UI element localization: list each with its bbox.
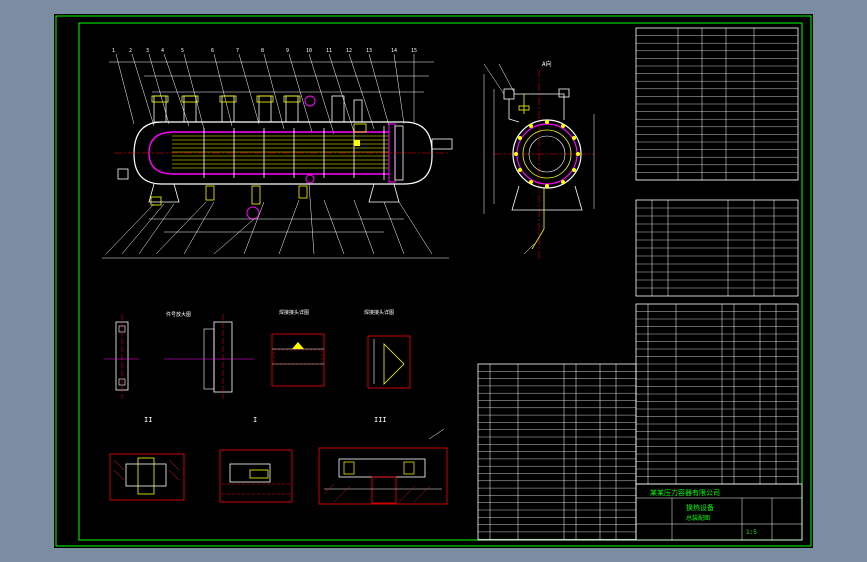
svg-text:1: 1: [112, 48, 115, 54]
svg-text:15: 15: [411, 48, 417, 54]
svg-text:6: 6: [211, 48, 214, 54]
svg-text:12: 12: [346, 48, 352, 54]
detail-views: 件号放大图 焊接接头详图 焊接接头详图 II I III: [104, 309, 448, 505]
drawing-title-2: 总装配图: [686, 514, 710, 522]
scale-label: 1:5: [746, 529, 757, 536]
parts-list-table-lower: [477, 363, 637, 541]
outer-frame: [55, 15, 812, 547]
svg-text:10: 10: [306, 48, 312, 54]
cad-viewport[interactable]: 123 456 789 10 11 12 13 14 15 A向 件号放大图 焊…: [54, 14, 813, 548]
svg-text:4: 4: [161, 48, 164, 54]
vessel-side-view: A向: [483, 60, 595, 259]
company-name: 某某压力容器有限公司: [650, 488, 720, 497]
svg-text:8: 8: [261, 48, 264, 54]
section-label-a: A向: [542, 60, 552, 68]
svg-text:11: 11: [326, 48, 332, 54]
technical-data-table: [635, 27, 799, 181]
svg-text:9: 9: [286, 48, 289, 54]
svg-text:焊接接头详图: 焊接接头详图: [279, 309, 309, 316]
drawing-canvas: 123 456 789 10 11 12 13 14 15 A向 件号放大图 焊…: [55, 15, 812, 547]
svg-text:14: 14: [391, 48, 397, 54]
svg-text:焊接接头详图: 焊接接头详图: [364, 309, 394, 316]
detail-3-label: III: [374, 416, 387, 424]
svg-text:件号放大图: 件号放大图: [166, 311, 191, 318]
parts-list-table: [635, 303, 799, 485]
svg-text:2: 2: [129, 48, 132, 54]
drawing-title-1: 换热设备: [686, 503, 714, 512]
vessel-elevation: 123 456 789 10 11 12 13 14 15: [102, 48, 453, 259]
title-block: 某某压力容器有限公司 换热设备 总装配图 1:5: [635, 483, 803, 541]
detail-2-label: II: [144, 416, 152, 424]
inner-frame: [78, 22, 803, 541]
svg-text:5: 5: [181, 48, 184, 54]
nozzle-table: [635, 199, 799, 297]
svg-text:7: 7: [236, 48, 239, 54]
detail-1-label: I: [253, 416, 257, 424]
svg-text:13: 13: [366, 48, 372, 54]
svg-text:3: 3: [146, 48, 149, 54]
